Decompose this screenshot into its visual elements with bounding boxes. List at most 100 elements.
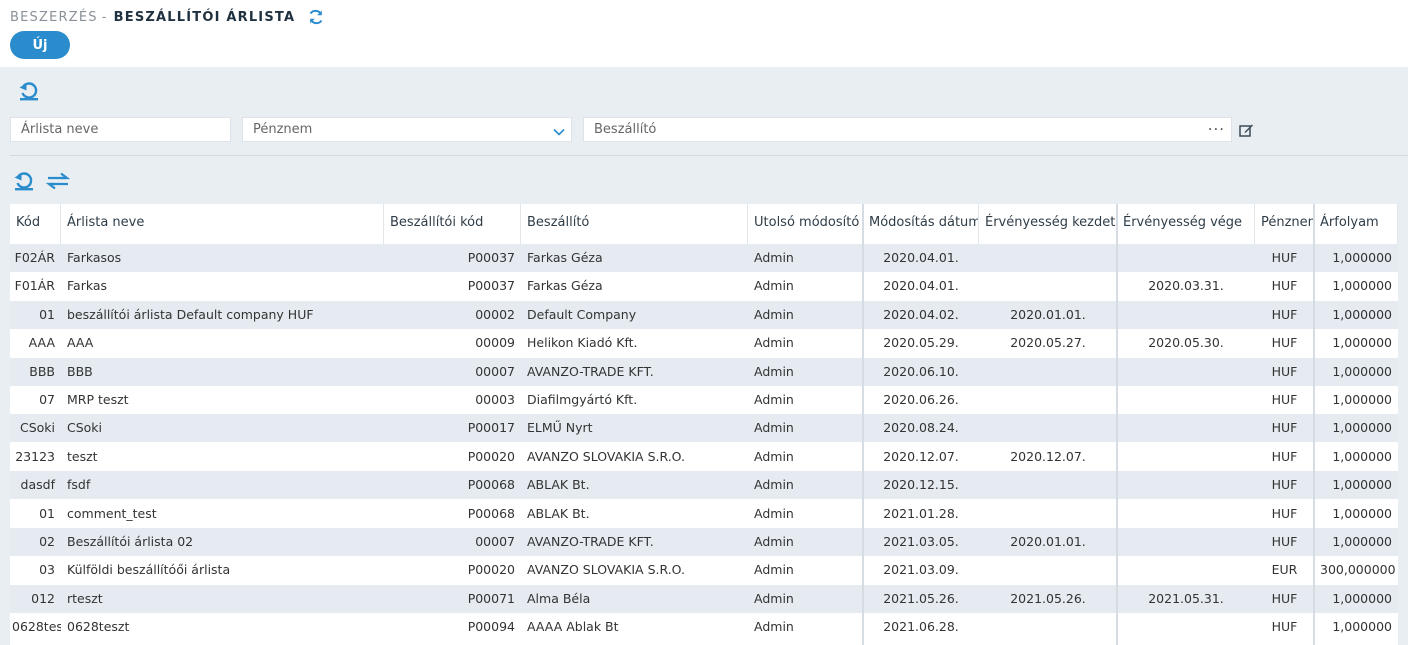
cell-pricelist-name: teszt — [67, 448, 98, 464]
column-header-last-modifier[interactable]: Utolsó módosító — [748, 204, 863, 244]
cell-last-modifier: Admin — [754, 562, 794, 578]
cell-supplier-code: P00068 — [467, 505, 515, 521]
cell-valid-from: 2020.12.07. — [1010, 448, 1086, 464]
cell-supplier: Alma Béla — [527, 590, 591, 606]
cell-exchange-rate: 1,000000 — [1332, 335, 1392, 351]
column-header-code[interactable]: Kód — [10, 204, 61, 244]
cell-supplier-code: 00007 — [475, 363, 515, 379]
cell-currency: HUF — [1271, 363, 1298, 379]
cell-last-modifier: Admin — [754, 363, 794, 379]
table-row[interactable]: 07 MRP teszt 00003 Diafilmgyártó Kft. Admin 2… — [10, 386, 1398, 414]
table-row[interactable]: 01 beszállítói árlista Default company HU… — [10, 300, 1398, 329]
cell-modified-date: 2021.06.28. — [883, 619, 959, 635]
cell-supplier-code: 00002 — [475, 306, 515, 322]
pricelist-table: Kód Árlista neve Beszállítói kód Beszáll… — [10, 204, 1398, 645]
cell-pricelist-name: comment_test — [67, 505, 157, 521]
cell-supplier-code: 00003 — [475, 392, 515, 407]
cell-code: F02ÁR — [14, 250, 55, 265]
more-dots-icon[interactable]: ... — [1208, 114, 1225, 137]
column-header-exchange-rate[interactable]: Árfolyam — [1314, 204, 1398, 244]
cell-last-modifier: Admin — [754, 392, 794, 407]
refresh-icon[interactable] — [307, 8, 325, 26]
supplier-field[interactable]: Beszállító ... — [583, 114, 1232, 142]
cell-supplier-code: 00009 — [475, 335, 515, 351]
table-row[interactable]: 0628teszt 0628teszt P00094 AAAA Ablak Bt Adm… — [10, 613, 1398, 641]
cell-valid-from: 2020.05.27. — [1010, 335, 1086, 351]
new-button[interactable]: Új — [10, 31, 70, 59]
column-header-modified-date[interactable]: Módosítás dátuma — [863, 204, 979, 244]
cell-modified-date: 2020.06.26. — [883, 392, 959, 407]
cell-supplier-code: P00017 — [467, 420, 515, 436]
cell-modified-date: 2020.08.24. — [883, 420, 959, 436]
column-header-valid-from[interactable]: Érvényesség kezdete — [979, 204, 1117, 244]
cell-modified-date: 2020.06.10. — [883, 363, 959, 379]
undo-icon[interactable] — [12, 170, 36, 192]
edit-icon[interactable] — [1239, 122, 1254, 137]
cell-currency: HUF — [1271, 590, 1298, 606]
cell-supplier: Default Company — [527, 306, 637, 322]
table-row[interactable]: CSoki CSoki P00017 ELMŰ Nyrt Admin 2020.08.24… — [10, 414, 1398, 443]
cell-exchange-rate: 1,000000 — [1332, 420, 1392, 436]
undo-icon[interactable] — [18, 80, 40, 102]
cell-supplier: Diafilmgyártó Kft. — [527, 392, 638, 407]
cell-last-modifier: Admin — [754, 335, 794, 351]
swap-arrows-icon[interactable] — [45, 170, 71, 192]
cell-pricelist-name: CSoki — [67, 420, 103, 436]
pricelist-name-field[interactable]: Árlista neve — [10, 117, 231, 142]
table-row[interactable]: BBB BBB 00007 AVANZO-TRADE KFT. Admin 2020.06… — [10, 357, 1398, 386]
cell-code: AAA — [28, 335, 55, 351]
cell-modified-date: 2020.12.15. — [883, 477, 959, 493]
cell-modified-date: 2021.01.28. — [883, 505, 959, 521]
cell-valid-to: 2020.05.30. — [1148, 335, 1224, 351]
table-row[interactable]: 01 comment_test P00068 ABLAK Bt. Admin 2021.0… — [10, 500, 1398, 528]
cell-currency: HUF — [1271, 619, 1298, 635]
cell-pricelist-name: MRP teszt — [67, 392, 129, 407]
table-row[interactable]: F01ÁR Farkas P00037 Farkas Géza Admin 2020.04… — [10, 272, 1398, 300]
table-row[interactable]: 03 Külföldi beszállítóői árlista P00020 AVA… — [10, 556, 1398, 584]
cell-currency: HUF — [1271, 250, 1298, 265]
breadcrumb[interactable]: BESZERZÉS — [10, 10, 98, 25]
cell-exchange-rate: 1,000000 — [1332, 619, 1392, 635]
column-header-supplier-code[interactable]: Beszállítói kód — [384, 204, 521, 244]
cell-valid-to — [1117, 244, 1255, 272]
cell-valid-from — [979, 414, 1117, 442]
cell-last-modifier: Admin — [754, 534, 794, 549]
table-row[interactable]: 23123 teszt P00020 AVANZO SLOVAKIA S.R.O. Ad… — [10, 443, 1398, 471]
chevron-down-icon[interactable] — [553, 123, 565, 136]
cell-exchange-rate: 1,000000 — [1332, 392, 1392, 407]
column-header-currency[interactable]: Pénznem — [1255, 204, 1314, 244]
table-row[interactable]: 012 rteszt P00071 Alma Béla Admin 2021.05.26.… — [10, 584, 1398, 613]
cell-exchange-rate: 1,000000 — [1332, 477, 1392, 493]
cell-valid-from — [979, 500, 1117, 528]
cell-code: 02 — [39, 534, 55, 549]
table-row[interactable]: 02 Beszállítói árlista 02 00007 AVANZO-TRAD… — [10, 528, 1398, 556]
cell-valid-from: 2020.01.01. — [1010, 534, 1086, 549]
cell-modified-date: 2020.04.01. — [883, 250, 959, 265]
column-divider — [1313, 204, 1315, 645]
table-row[interactable]: dasdf fsdf P00068 ABLAK Bt. Admin 2020.12.15.… — [10, 471, 1398, 500]
column-header-valid-to[interactable]: Érvényesség vége — [1117, 204, 1255, 244]
cell-valid-from — [979, 471, 1117, 499]
page-header: BESZERZÉS - BESZÁLLÍTÓI ÁRLISTA — [10, 6, 325, 28]
cell-pricelist-name: Beszállítói árlista 02 — [67, 534, 194, 549]
currency-placeholder: Pénznem — [253, 122, 313, 137]
column-header-pricelist-name[interactable]: Árlista neve — [61, 204, 384, 244]
cell-currency: HUF — [1271, 392, 1298, 407]
cell-valid-from — [979, 386, 1117, 414]
cell-valid-from — [979, 272, 1117, 300]
table-row[interactable]: AAA AAA 00009 Helikon Kiadó Kft. Admin 2020.0… — [10, 329, 1398, 357]
cell-exchange-rate: 1,000000 — [1332, 448, 1392, 464]
cell-last-modifier: Admin — [754, 477, 794, 493]
currency-select[interactable]: Pénznem — [242, 117, 572, 142]
column-header-supplier[interactable]: Beszállító — [521, 204, 748, 244]
cell-supplier-code: P00020 — [467, 448, 515, 464]
cell-pricelist-name: fsdf — [67, 477, 91, 493]
cell-supplier: AAAA Ablak Bt — [527, 619, 619, 635]
cell-code: F01ÁR — [14, 278, 55, 294]
cell-valid-to — [1117, 500, 1255, 528]
cell-currency: EUR — [1271, 562, 1298, 578]
pricelist-name-placeholder: Árlista neve — [21, 122, 99, 137]
cell-supplier-code: P00020 — [467, 562, 515, 578]
cell-last-modifier: Admin — [754, 505, 794, 521]
table-row[interactable]: F02ÁR Farkasos P00037 Farkas Géza Admin 2020.… — [10, 244, 1398, 272]
